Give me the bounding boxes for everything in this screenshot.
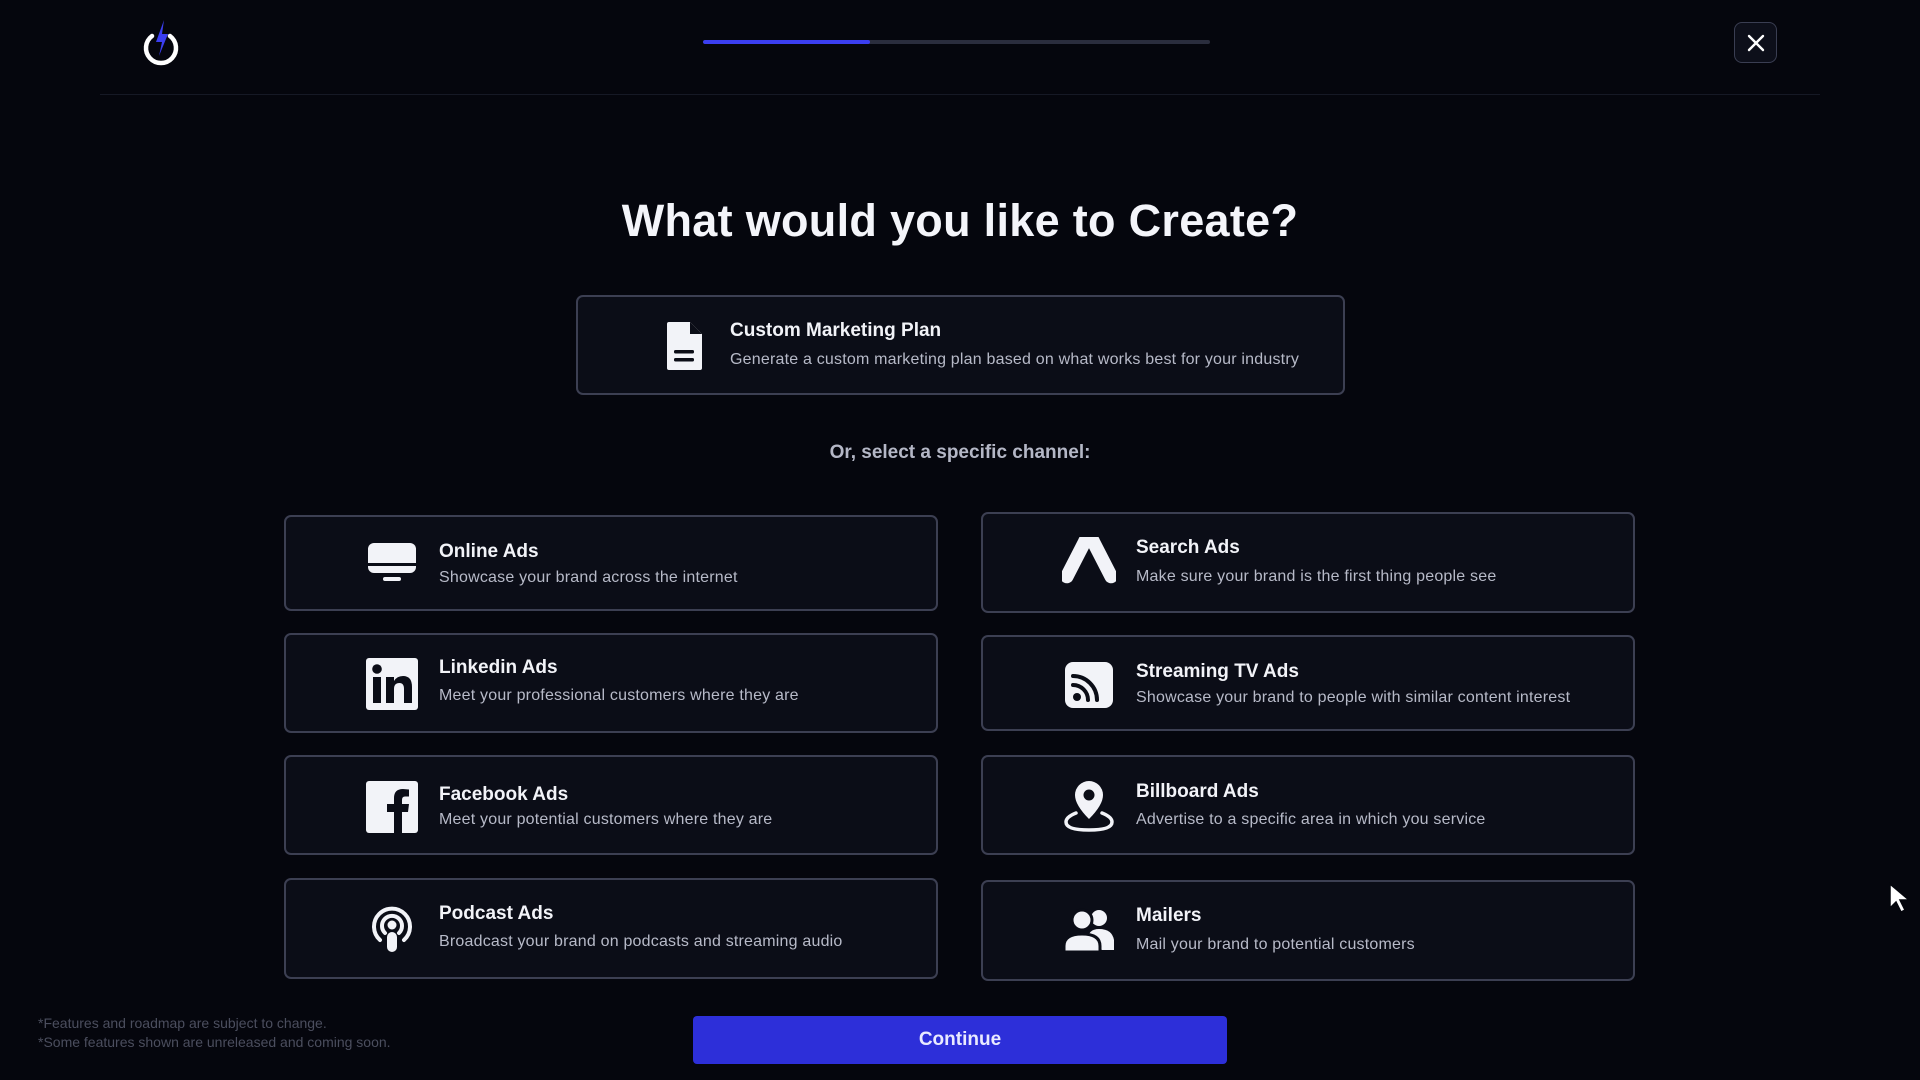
channel-card-billboard-ads[interactable]: Billboard Ads Advertise to a specific ar…	[981, 755, 1635, 855]
card-title: Facebook Ads	[439, 784, 569, 805]
footnote-roadmap: *Features and roadmap are subject to cha…	[38, 1015, 327, 1031]
card-description: Showcase your brand to people with simil…	[1136, 689, 1571, 706]
card-title: Custom Marketing Plan	[730, 320, 942, 341]
channel-card-search-ads[interactable]: Search Ads Make sure your brand is the f…	[981, 512, 1635, 613]
linkedin-icon	[365, 657, 419, 711]
card-description: Advertise to a specific area in which yo…	[1136, 811, 1486, 828]
header-divider	[100, 94, 1820, 95]
rss-tv-icon	[1062, 658, 1116, 712]
custom-marketing-plan-card[interactable]: Custom Marketing Plan Generate a custom …	[576, 295, 1345, 395]
card-title: Mailers	[1136, 905, 1202, 926]
facebook-icon	[365, 780, 419, 834]
card-title: Search Ads	[1136, 537, 1240, 558]
channel-card-linkedin-ads[interactable]: Linkedin Ads Meet your professional cust…	[284, 633, 938, 733]
podcast-icon	[365, 902, 419, 956]
google-ads-icon	[1062, 537, 1116, 591]
card-description: Showcase your brand across the internet	[439, 569, 738, 586]
channel-card-mailers[interactable]: Mailers Mail your brand to potential cus…	[981, 880, 1635, 981]
card-title: Billboard Ads	[1136, 781, 1259, 802]
card-description: Mail your brand to potential customers	[1136, 936, 1415, 953]
mouse-cursor-icon	[1888, 882, 1916, 914]
progress-bar	[703, 40, 1210, 44]
card-description: Meet your potential customers where they…	[439, 811, 773, 828]
card-description: Generate a custom marketing plan based o…	[730, 351, 1300, 368]
progress-bar-fill	[703, 40, 871, 44]
card-title: Online Ads	[439, 541, 539, 562]
channel-card-streaming-tv-ads[interactable]: Streaming TV Ads Showcase your brand to …	[981, 635, 1635, 731]
close-button[interactable]	[1734, 22, 1777, 63]
channel-card-facebook-ads[interactable]: Facebook Ads Meet your potential custome…	[284, 755, 938, 855]
page-title: What would you like to Create?	[621, 195, 1299, 246]
location-pin-icon	[1062, 779, 1116, 833]
card-description: Make sure your brand is the first thing …	[1136, 568, 1497, 585]
channel-card-online-ads[interactable]: Online Ads Showcase your brand across th…	[284, 515, 938, 611]
footnote-unreleased: *Some features shown are unreleased and …	[38, 1034, 391, 1050]
users-icon	[1062, 904, 1116, 958]
card-description: Broadcast your brand on podcasts and str…	[439, 933, 843, 950]
card-title: Podcast Ads	[439, 903, 554, 924]
card-description: Meet your professional customers where t…	[439, 687, 799, 704]
power-bolt-logo-icon	[138, 18, 184, 68]
channel-card-podcast-ads[interactable]: Podcast Ads Broadcast your brand on podc…	[284, 878, 938, 979]
channel-subheading: Or, select a specific channel:	[829, 442, 1091, 463]
card-title: Streaming TV Ads	[1136, 661, 1299, 682]
document-icon	[657, 319, 711, 373]
continue-button[interactable]: Continue	[693, 1016, 1227, 1064]
card-title: Linkedin Ads	[439, 657, 558, 678]
monitor-icon	[365, 537, 419, 591]
close-icon	[1747, 34, 1764, 51]
